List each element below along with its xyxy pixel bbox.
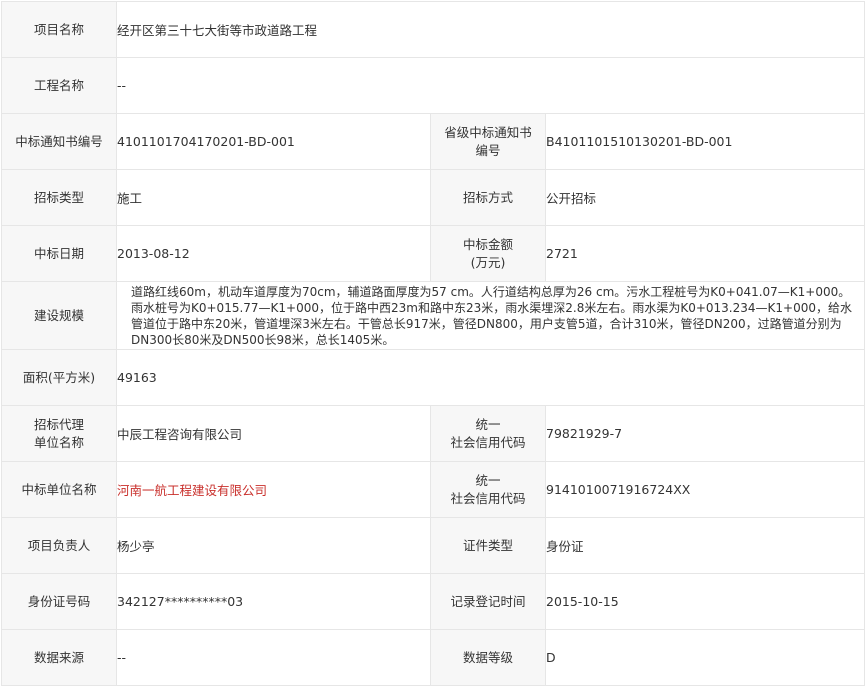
project-name-value: 经开区第三十七大街等市政道路工程 xyxy=(115,1,865,58)
row-bid-type: 招标类型 施工 招标方式 公开招标 xyxy=(1,169,865,226)
bid-amount-label: 中标金额 (万元) xyxy=(430,225,546,282)
data-level-value: D xyxy=(544,629,865,686)
bid-date-label: 中标日期 xyxy=(1,225,117,282)
agency-value: 中辰工程咨询有限公司 xyxy=(116,405,431,462)
source-value: -- xyxy=(116,629,431,686)
winner-link[interactable]: 河南一航工程建设有限公司 xyxy=(116,461,431,518)
record-time-label: 记录登记时间 xyxy=(430,573,546,630)
bid-date-value: 2013-08-12 xyxy=(116,225,431,282)
winner-credit-code-label: 统一 社会信用代码 xyxy=(430,461,546,518)
id-no-value: 342127**********03 xyxy=(116,573,431,630)
row-notice-no: 中标通知书编号 4101101704170201-BD-001 省级中标通知书 … xyxy=(1,113,865,170)
scale-value: 道路红线60m，机动车道厚度为70cm，辅道路面厚度为57 cm。人行道结构总厚… xyxy=(115,281,865,350)
row-scale: 建设规模 道路红线60m，机动车道厚度为70cm，辅道路面厚度为57 cm。人行… xyxy=(1,281,865,350)
scale-label: 建设规模 xyxy=(1,281,117,350)
winner-label: 中标单位名称 xyxy=(1,461,117,518)
row-engineering-name: 工程名称 -- xyxy=(1,57,865,114)
bid-type-value: 施工 xyxy=(116,169,431,226)
project-name-label: 项目名称 xyxy=(1,1,117,58)
agency-label: 招标代理 单位名称 xyxy=(1,405,117,462)
id-type-label: 证件类型 xyxy=(430,517,546,574)
row-agency: 招标代理 单位名称 中辰工程咨询有限公司 统一 社会信用代码 79821929-… xyxy=(1,405,865,462)
agency-credit-code-label: 统一 社会信用代码 xyxy=(430,405,546,462)
provincial-notice-no-value: B4101101510130201-BD-001 xyxy=(544,113,865,170)
engineering-name-label: 工程名称 xyxy=(1,57,117,114)
row-winner: 中标单位名称 河南一航工程建设有限公司 统一 社会信用代码 9141010071… xyxy=(1,461,865,518)
area-label: 面积(平方米) xyxy=(1,349,117,406)
source-label: 数据来源 xyxy=(1,629,117,686)
manager-value: 杨少亭 xyxy=(116,517,431,574)
engineering-name-value: -- xyxy=(115,57,865,114)
area-value: 49163 xyxy=(115,349,865,406)
record-time-value: 2015-10-15 xyxy=(544,573,865,630)
project-info-table: 项目名称 经开区第三十七大街等市政道路工程 工程名称 -- 中标通知书编号 41… xyxy=(1,1,865,686)
bid-amount-value: 2721 xyxy=(544,225,865,282)
agency-credit-code-value: 79821929-7 xyxy=(544,405,865,462)
manager-label: 项目负责人 xyxy=(1,517,117,574)
winner-credit-code-value: 9141010071916724XX xyxy=(544,461,865,518)
bid-type-label: 招标类型 xyxy=(1,169,117,226)
row-id-no: 身份证号码 342127**********03 记录登记时间 2015-10-… xyxy=(1,573,865,630)
row-source: 数据来源 -- 数据等级 D xyxy=(1,629,865,686)
notice-no-value: 4101101704170201-BD-001 xyxy=(116,113,431,170)
bid-method-value: 公开招标 xyxy=(544,169,865,226)
id-type-value: 身份证 xyxy=(544,517,865,574)
id-no-label: 身份证号码 xyxy=(1,573,117,630)
notice-no-label: 中标通知书编号 xyxy=(1,113,117,170)
row-manager: 项目负责人 杨少亭 证件类型 身份证 xyxy=(1,517,865,574)
row-bid-date: 中标日期 2013-08-12 中标金额 (万元) 2721 xyxy=(1,225,865,282)
provincial-notice-no-label: 省级中标通知书 编号 xyxy=(430,113,546,170)
row-project-name: 项目名称 经开区第三十七大街等市政道路工程 xyxy=(1,1,865,58)
data-level-label: 数据等级 xyxy=(430,629,546,686)
bid-method-label: 招标方式 xyxy=(430,169,546,226)
row-area: 面积(平方米) 49163 xyxy=(1,349,865,406)
